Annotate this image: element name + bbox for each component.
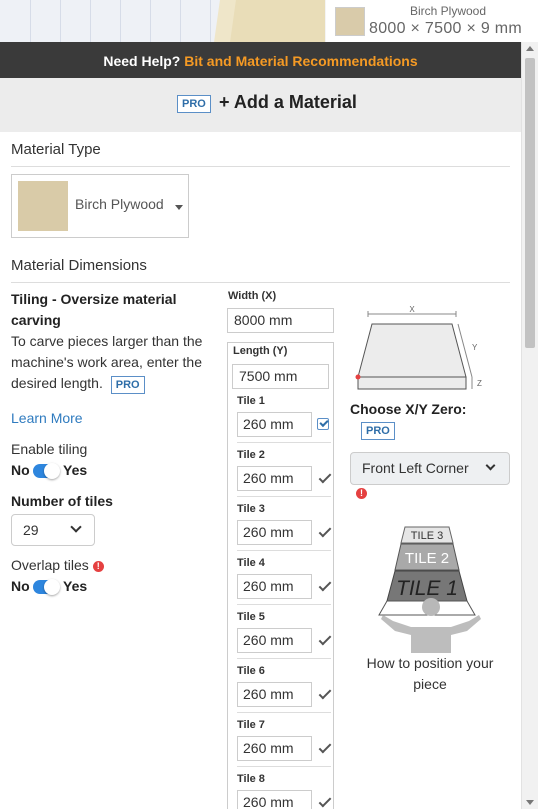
tile-label: Tile 1: [237, 395, 265, 407]
check-icon: [318, 740, 332, 754]
divider: [237, 550, 331, 551]
check-icon: [318, 578, 332, 592]
tile-input[interactable]: 260 mm: [237, 412, 312, 437]
axis-x-label: X: [409, 305, 415, 314]
pro-badge: PRO: [110, 376, 145, 394]
preview-strip: Birch Plywood 8000 × 7500 × 9 mm: [0, 0, 538, 42]
length-label: Length (Y): [233, 345, 288, 357]
material-summary[interactable]: Birch Plywood 8000 × 7500 × 9 mm: [326, 0, 538, 42]
axis-y-label: Y: [472, 343, 478, 352]
material-swatch: [335, 7, 365, 36]
tile-label: Tile 5: [237, 611, 265, 623]
scrollbar-thumb[interactable]: [525, 58, 535, 348]
chevron-down-icon: [485, 460, 496, 471]
caret-down-icon: [175, 205, 183, 210]
add-material-header: PRO + Add a Material: [0, 78, 521, 132]
warning-icon: !: [356, 488, 367, 499]
help-prefix: Need Help?: [103, 53, 181, 69]
xy-zero-select[interactable]: Front Left Corner: [350, 452, 510, 485]
divider: [11, 282, 510, 283]
check-icon: [318, 470, 332, 484]
material-dimensions: 8000 × 7500 × 9 mm: [369, 20, 523, 37]
canvas-grid: [0, 0, 220, 42]
overlap-no-label: No: [11, 578, 30, 594]
tile-input[interactable]: 260 mm: [237, 736, 312, 761]
material-type-value: Birch Plywood: [75, 196, 164, 212]
tile-label: Tile 7: [237, 719, 265, 731]
tile-input[interactable]: 260 mm: [237, 628, 312, 653]
width-label: Width (X): [228, 290, 277, 302]
tile1-label: TILE 1: [396, 577, 458, 600]
overlap-tiles-toggle[interactable]: [33, 579, 60, 595]
axis-z-label: Z: [477, 379, 482, 388]
tile-input[interactable]: 260 mm: [237, 790, 312, 809]
pro-badge: PRO: [361, 422, 395, 440]
tile3-label: TILE 3: [411, 530, 443, 542]
warning-icon: !: [92, 560, 104, 572]
recommendations-link[interactable]: Bit and Material Recommendations: [184, 53, 417, 69]
xy-zero-value: Front Left Corner: [362, 460, 469, 476]
divider: [237, 604, 331, 605]
material-dimensions-title: Material Dimensions: [11, 257, 147, 274]
number-of-tiles-label: Number of tiles: [11, 493, 113, 509]
tile-label: Tile 8: [237, 773, 265, 785]
check-icon: [318, 794, 332, 808]
zero-point-marker: [355, 374, 361, 380]
tile-input[interactable]: 260 mm: [237, 520, 312, 545]
number-of-tiles-select[interactable]: 29: [11, 514, 95, 546]
material-name: Birch Plywood: [410, 4, 487, 18]
tile-label: Tile 6: [237, 665, 265, 677]
length-input[interactable]: 7500 mm: [232, 364, 329, 389]
check-icon: [318, 524, 332, 538]
divider: [11, 166, 510, 167]
add-material-button[interactable]: + Add a Material: [219, 92, 357, 113]
tile-label: Tile 2: [237, 449, 265, 461]
chevron-down-icon: [70, 521, 82, 533]
tile-input[interactable]: 260 mm: [237, 682, 312, 707]
divider: [237, 658, 331, 659]
number-of-tiles-value: 29: [23, 522, 39, 538]
overlap-tiles-label: Overlap tiles: [11, 557, 89, 573]
learn-more-link[interactable]: Learn More: [11, 408, 83, 429]
overlap-tiles-row: Overlap tiles !: [11, 555, 104, 576]
tile-label: Tile 3: [237, 503, 265, 515]
checkbox-checked-icon[interactable]: [317, 418, 329, 430]
tile-input[interactable]: 260 mm: [237, 574, 312, 599]
length-panel: Length (Y) 7500 mm Tile 1 260 mm Tile 2 …: [227, 342, 334, 809]
check-icon: [318, 632, 332, 646]
tiling-title: Tiling - Oversize material carving: [11, 291, 177, 328]
scroll-up-icon[interactable]: [526, 46, 534, 51]
enable-tiling-label: Enable tiling: [11, 441, 88, 457]
tile-position-illustration: TILE 3 TILE 2 TILE 1: [378, 526, 481, 653]
overlap-yes-label: Yes: [63, 578, 88, 594]
material-board-preview: [225, 0, 325, 42]
tile-label: Tile 4: [237, 557, 265, 569]
divider: [237, 766, 331, 767]
divider: [237, 712, 331, 713]
divider: [237, 496, 331, 497]
tile-input[interactable]: 260 mm: [237, 466, 312, 491]
tile2-label: TILE 2: [405, 550, 449, 567]
enable-tiling-toggle[interactable]: [33, 463, 60, 479]
divider: [237, 442, 331, 443]
enable-yes-label: Yes: [63, 462, 88, 478]
scroll-down-icon[interactable]: [526, 800, 534, 805]
material-type-select[interactable]: Birch Plywood: [11, 174, 189, 238]
choose-zero-title: Choose X/Y Zero:: [350, 401, 467, 417]
scrollbar[interactable]: [521, 42, 538, 809]
check-icon: [318, 686, 332, 700]
tiling-description: To carve pieces larger than the machine'…: [11, 331, 221, 394]
material-swatch: [18, 181, 68, 231]
position-caption: How to position your piece: [366, 655, 494, 692]
tiling-description-text: To carve pieces larger than the machine'…: [11, 333, 203, 391]
enable-no-label: No: [11, 462, 30, 478]
width-input[interactable]: 8000 mm: [227, 308, 334, 333]
material-type-title: Material Type: [11, 141, 101, 158]
pro-badge: PRO: [177, 95, 211, 113]
material-diagram: X Y Z: [355, 305, 482, 390]
help-bar: Need Help? Bit and Material Recommendati…: [0, 42, 521, 78]
